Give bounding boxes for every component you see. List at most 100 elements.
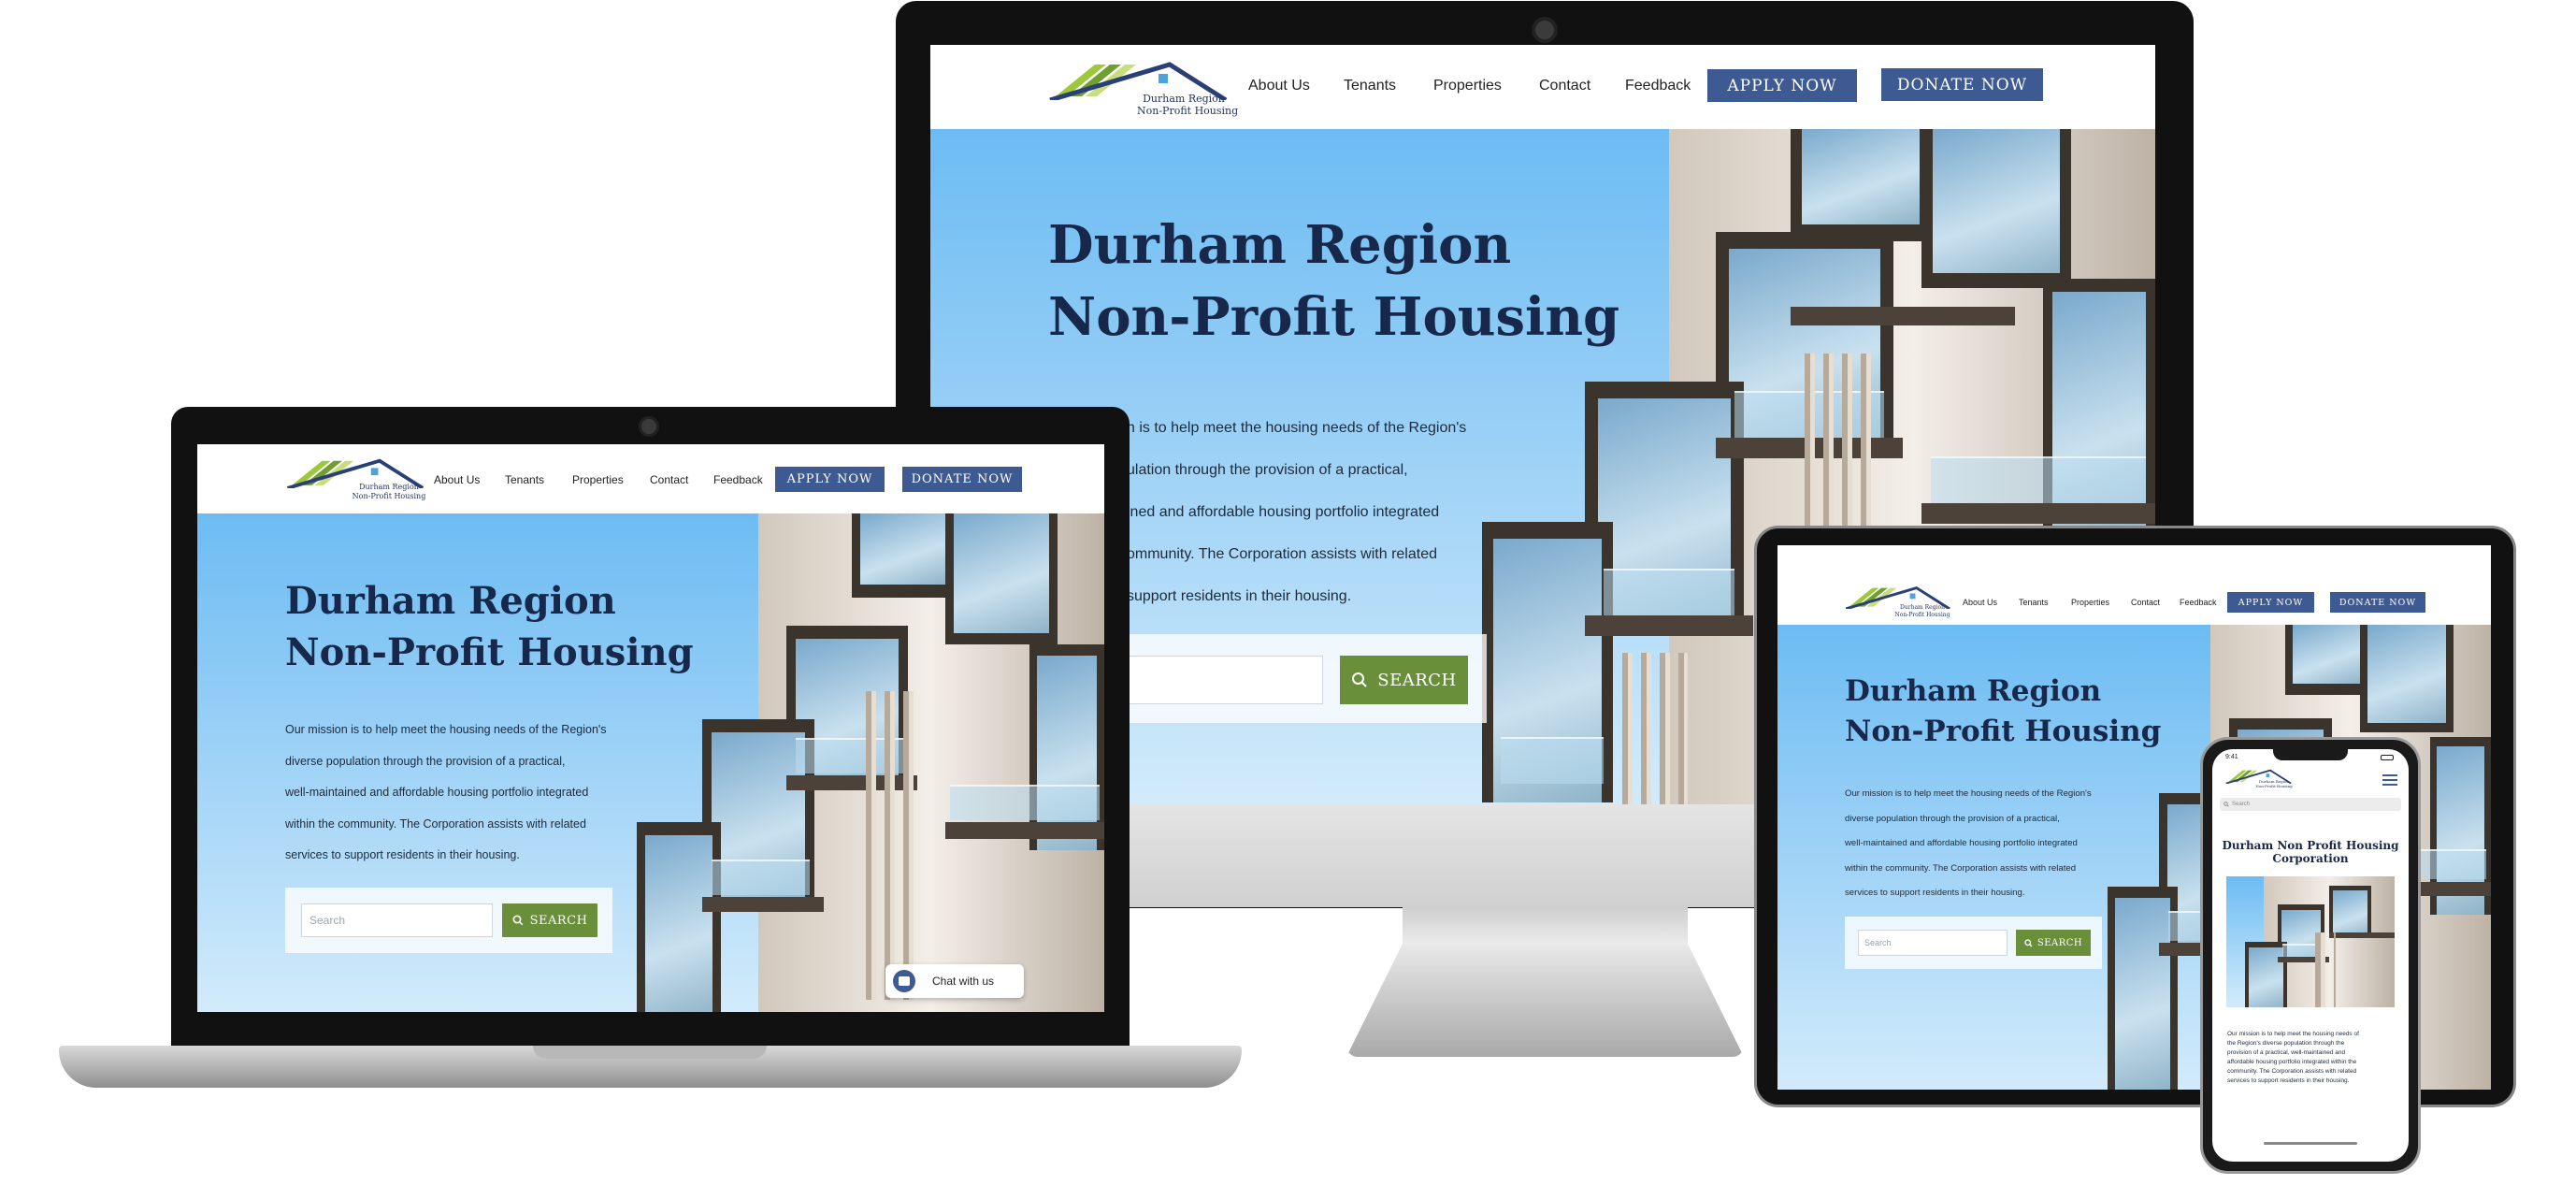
donate-now-button[interactable]: DONATE NOW <box>2330 592 2425 613</box>
nav-properties[interactable]: Properties <box>2071 598 2109 607</box>
monitor-camera <box>1532 17 1558 43</box>
mission-line: Our mission is to help meet the housing … <box>1845 788 2092 799</box>
search-input[interactable]: Search <box>1858 930 2008 956</box>
search-icon <box>1352 672 1367 687</box>
search-icon <box>2024 938 2033 947</box>
mission-text: n is to help meet the housing needs of t… <box>1127 407 1466 617</box>
hero-title: Durham Region Non-Profit Housing <box>1845 672 2161 752</box>
hero-title-line1: Durham Region <box>1845 674 2102 708</box>
hero-title: Durham Region Non-Profit Housing <box>1048 210 1619 354</box>
mission-line: ulation through the provision of a pract… <box>1127 462 1408 478</box>
logo-text-line2: Non-Profit Housing <box>352 492 426 500</box>
site-logo[interactable]: Durham Region Non-Profit Housing <box>1048 59 1239 117</box>
mission-line: the Region's diverse population through … <box>2227 1040 2345 1047</box>
apply-now-button[interactable]: APPLY NOW <box>775 467 885 492</box>
hero-title: Durham Region Non-Profit Housing <box>285 575 694 678</box>
search-input[interactable]: Search <box>301 903 493 937</box>
mission-line: Our mission is to help meet the housing … <box>2227 1031 2359 1037</box>
chat-label: Chat with us <box>932 975 995 988</box>
donate-now-button[interactable]: DONATE NOW <box>902 467 1022 492</box>
logo-text-line2: Non-Profit Housing <box>2255 784 2293 788</box>
site-header: Durham Region Non-Profit Housing About U… <box>197 444 1104 513</box>
search-button[interactable]: SEARCH <box>1340 656 1468 704</box>
site-header: Durham Region Non-Profit Housing About U… <box>930 45 2155 129</box>
site-header: Durham Region Non-Profit Housing About U… <box>1777 545 2491 625</box>
nav-about-us[interactable]: About Us <box>434 473 480 486</box>
mobile-search-input[interactable]: Search <box>2220 798 2401 811</box>
nav-about-us[interactable]: About Us <box>1963 598 1997 607</box>
site-logo[interactable]: Durham Region Non-Profit Housing <box>1845 585 1952 620</box>
apply-now-button[interactable]: APPLY NOW <box>1707 69 1857 102</box>
hero-title-line2: Non-Profit Housing <box>1048 286 1620 349</box>
nav-tenants[interactable]: Tenants <box>505 473 544 486</box>
nav-contact[interactable]: Contact <box>1539 78 1590 94</box>
nav-feedback[interactable]: Feedback <box>713 473 763 486</box>
mission-line: services to support residents in their h… <box>285 848 520 861</box>
chat-widget[interactable]: Chat with us <box>885 964 1024 998</box>
phone-notch <box>2273 749 2348 760</box>
status-time: 9:41 <box>2225 754 2238 760</box>
laptop-screen: Durham Region Non-Profit Housing About U… <box>197 444 1104 1012</box>
donate-now-button[interactable]: DONATE NOW <box>1881 68 2043 101</box>
nav-feedback[interactable]: Feedback <box>1625 78 1691 94</box>
mission-line: community. The Corporation assists with … <box>2227 1068 2357 1075</box>
hero-title-line1: Durham Region <box>285 579 616 623</box>
nav-feedback[interactable]: Feedback <box>2180 598 2217 607</box>
search-icon <box>2223 802 2229 807</box>
search-button[interactable]: SEARCH <box>502 903 597 937</box>
site-logo[interactable]: Durham Region Non-Profit Housing <box>2225 768 2293 792</box>
phone-screen: 9:41 Durham Region Non-Profit Housing Se… <box>2212 749 2409 1162</box>
hamburger-menu-icon[interactable] <box>2382 774 2397 786</box>
laptop-hinge-notch <box>533 1046 767 1059</box>
mission-line: diverse population through the provision… <box>1845 813 2060 824</box>
nav-tenants[interactable]: Tenants <box>2019 598 2049 607</box>
nav-about-us[interactable]: About Us <box>1248 78 1310 94</box>
mission-line: within the community. The Corporation as… <box>285 816 586 831</box>
mission-text: Our mission is to help meet the housing … <box>285 715 607 872</box>
mission-line: diverse population through the provision… <box>285 754 566 768</box>
mission-text: Our mission is to help meet the housing … <box>1845 782 2092 906</box>
chat-icon <box>893 970 915 992</box>
apply-now-button[interactable]: APPLY NOW <box>2227 592 2314 613</box>
mission-line: support residents in their housing. <box>1127 588 1352 604</box>
mission-line: affordable housing portfolio integrated … <box>2227 1059 2357 1065</box>
logo-text-line1: Durham Region <box>1900 604 1945 611</box>
mobile-title: Durham Non Profit Housing Corporation <box>2212 839 2409 866</box>
mission-line: services to support residents in their h… <box>2227 1077 2350 1084</box>
mission-line: ommunity. The Corporation assists with r… <box>1127 546 1437 562</box>
mobile-mission-text: Our mission is to help meet the housing … <box>2227 1030 2359 1086</box>
mission-line: services to support residents in their h… <box>1845 888 2025 898</box>
monitor-stand <box>1346 945 1744 1057</box>
nav-properties[interactable]: Properties <box>1433 78 1502 94</box>
mobile-title-line2: Corporation <box>2272 852 2349 866</box>
logo-text-line2: Non-Profit Housing <box>1137 105 1239 117</box>
logo-text-line1: Durham Region <box>1143 93 1225 105</box>
search-button-label: SEARCH <box>2036 937 2083 948</box>
nav-tenants[interactable]: Tenants <box>1344 78 1396 94</box>
search-button-label: SEARCH <box>1377 670 1457 690</box>
mission-line: well-maintained and affordable housing p… <box>285 786 589 799</box>
mission-line: within the community. The Corporation as… <box>1845 862 2077 874</box>
mission-line: ined and affordable housing portfolio in… <box>1127 504 1440 520</box>
home-indicator <box>2264 1142 2357 1145</box>
laptop-camera <box>639 416 659 437</box>
mobile-building-image <box>2226 876 2395 1007</box>
search-input[interactable] <box>1117 656 1323 704</box>
hero-section: Durham Region Non-Profit Housing Our mis… <box>197 513 1104 1012</box>
logo-text-line2: Non-Profit Housing <box>1894 612 1950 618</box>
mobile-search-placeholder: Search <box>2232 802 2251 807</box>
mission-line: n is to help meet the housing needs of t… <box>1127 420 1467 436</box>
hero-title-line2: Non-Profit Housing <box>1845 714 2162 748</box>
nav-contact[interactable]: Contact <box>650 473 688 486</box>
hero-title-line1: Durham Region <box>1048 214 1512 276</box>
logo-text-line1: Durham Region <box>359 483 419 491</box>
site-logo[interactable]: Durham Region Non-Profit Housing <box>286 456 426 503</box>
battery-icon <box>2381 755 2394 760</box>
mobile-title-line1: Durham Non Profit Housing <box>2222 839 2399 852</box>
nav-contact[interactable]: Contact <box>2131 598 2160 607</box>
nav-properties[interactable]: Properties <box>572 473 624 486</box>
search-button[interactable]: SEARCH <box>2016 930 2091 956</box>
search-button-label: SEARCH <box>529 913 588 928</box>
search-icon <box>512 915 523 926</box>
monitor-neck <box>1403 907 1688 947</box>
